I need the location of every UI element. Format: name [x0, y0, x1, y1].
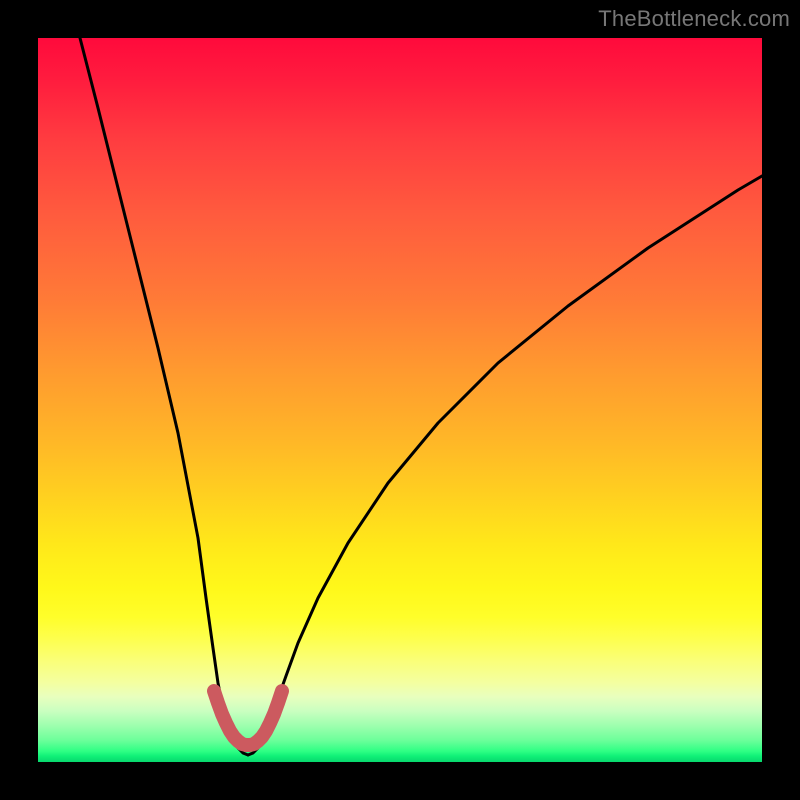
curve-left-branch	[80, 38, 248, 755]
gradient-plot-area	[38, 38, 762, 762]
bottom-marker-curve	[214, 691, 282, 745]
curve-right-branch	[248, 176, 762, 755]
curve-layer	[38, 38, 762, 762]
chart-frame: TheBottleneck.com	[0, 0, 800, 800]
watermark-label: TheBottleneck.com	[598, 6, 790, 32]
